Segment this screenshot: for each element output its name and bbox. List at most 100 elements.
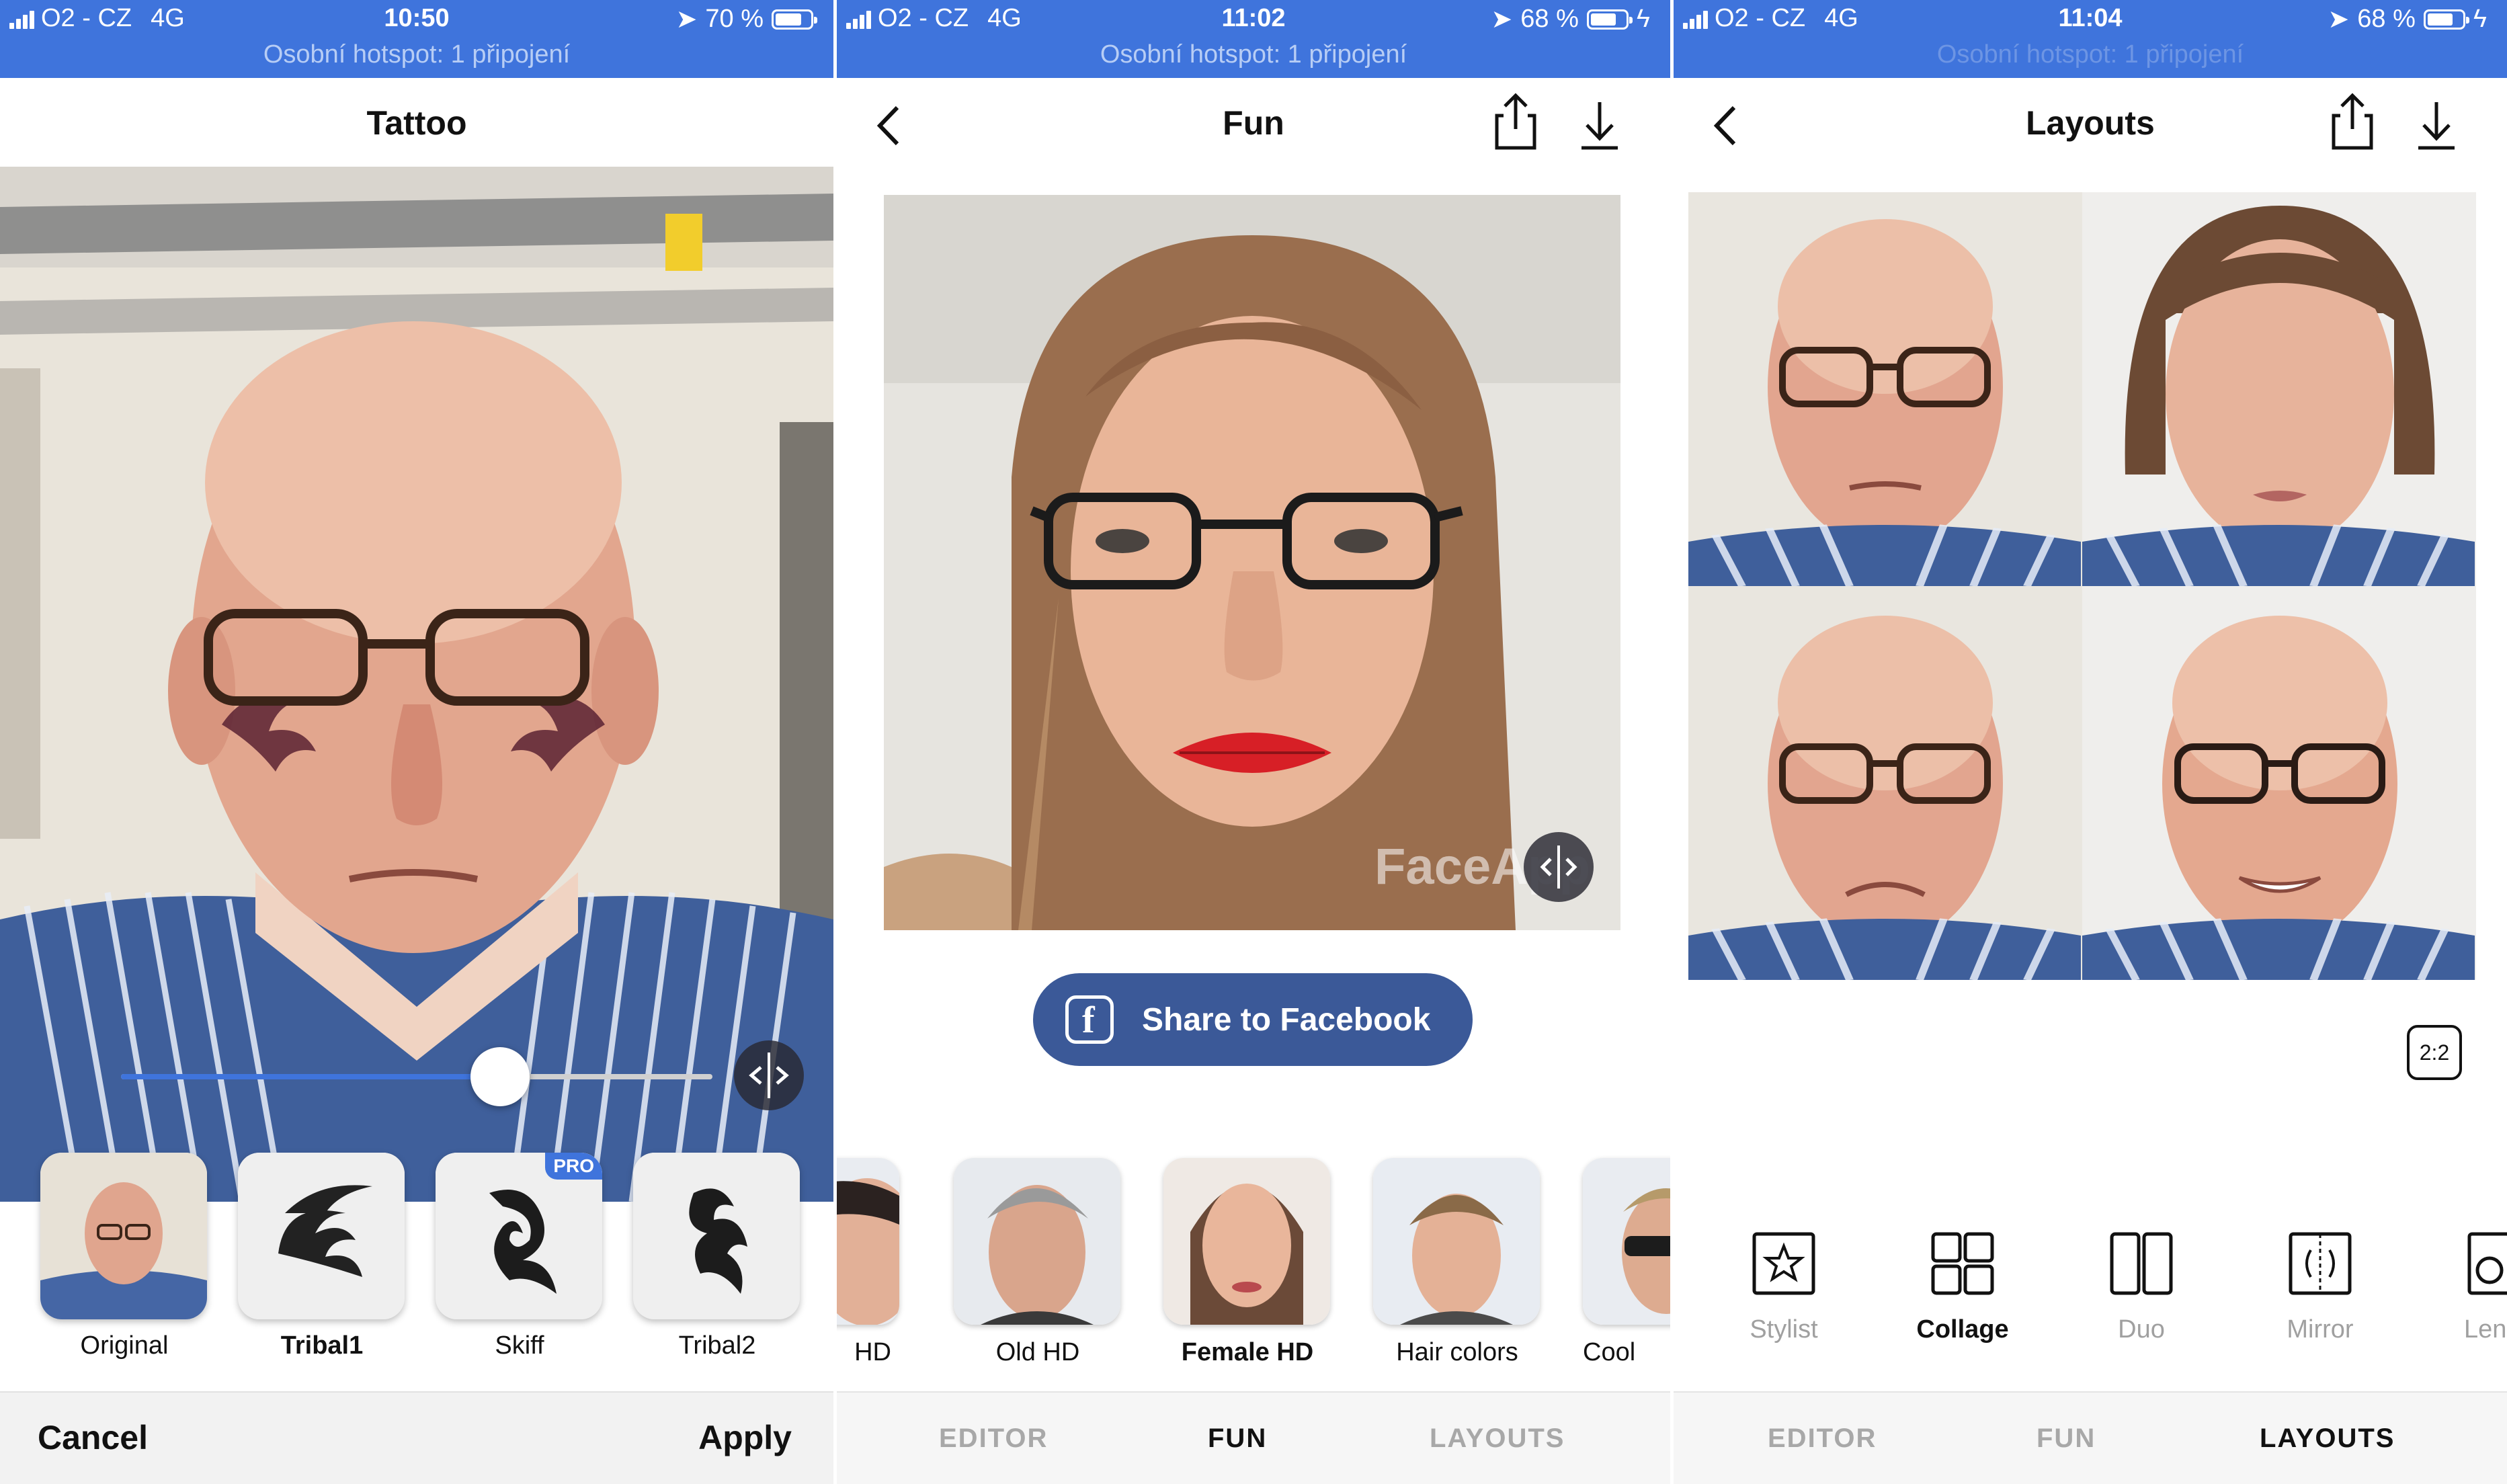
- hair-colors-thumb-image: [1373, 1158, 1540, 1325]
- filter-option-hair-colors[interactable]: Hair colors: [1373, 1158, 1541, 1367]
- filter-card: [954, 1158, 1120, 1325]
- intensity-slider[interactable]: [121, 1047, 712, 1106]
- layout-label: Collage: [1916, 1315, 2009, 1344]
- page-title: Fun: [1223, 104, 1284, 142]
- tab-editor[interactable]: EDITOR: [939, 1424, 1048, 1454]
- filter-label: HD: [854, 1338, 891, 1366]
- tab-layouts[interactable]: LAYOUTS: [2260, 1424, 2395, 1454]
- ratio-button[interactable]: 2:2: [2407, 1025, 2462, 1080]
- battery-icon: [772, 9, 817, 30]
- layout-option-duo[interactable]: Duo: [2074, 1230, 2209, 1344]
- tab-fun[interactable]: FUN: [2037, 1424, 2096, 1454]
- filter-card: [837, 1158, 899, 1325]
- filter-card: [1163, 1158, 1330, 1325]
- tribal1-icon: [238, 1153, 405, 1319]
- tattoo-photo: [0, 167, 833, 1202]
- apply-button[interactable]: Apply: [698, 1418, 792, 1457]
- share-icon[interactable]: [2326, 91, 2379, 152]
- nav-bar: Layouts: [1674, 78, 2507, 167]
- status-right: ➤ 68 % ϟ: [1491, 4, 1650, 34]
- filter-list: HD Old HD Female HD Hair colors Cool: [837, 1153, 1670, 1381]
- filter-option-hd[interactable]: HD: [837, 1158, 901, 1367]
- tribal2-icon: [633, 1153, 800, 1319]
- fun-screen: O2 - CZ 4G 11:02 ➤ 68 % ϟ Osobní hotspot…: [837, 0, 1670, 1484]
- share-facebook-button[interactable]: f Share to Facebook: [1033, 973, 1473, 1066]
- tattoo-style-list: Original Tribal1 PRO Skiff Tribal2: [0, 1146, 833, 1388]
- location-icon: ➤: [2328, 5, 2350, 34]
- lens-icon: [2467, 1232, 2507, 1295]
- female-hd-thumb-image: [1163, 1158, 1330, 1325]
- hd-thumb-image: [837, 1158, 899, 1325]
- layout-options: Stylist Collage Duo Mirror Lens: [1674, 1230, 2507, 1385]
- hotspot-banner[interactable]: Osobní hotspot: 1 připojení: [0, 40, 833, 69]
- portrait-female-filter: FaceApp: [884, 195, 1620, 930]
- filter-label: Old HD: [995, 1338, 1080, 1366]
- slider-knob[interactable]: [470, 1047, 530, 1106]
- tattoo-option-skiff[interactable]: PRO Skiff: [436, 1153, 604, 1360]
- tab-fun[interactable]: FUN: [1208, 1424, 1267, 1454]
- layout-label: Stylist: [1750, 1315, 1818, 1344]
- portrait-bald-man-tattoo: [0, 167, 833, 1202]
- tab-editor[interactable]: EDITOR: [1768, 1424, 1877, 1454]
- thumb-card: PRO: [436, 1153, 602, 1319]
- tattoo-option-tribal1[interactable]: Tribal1: [238, 1153, 406, 1360]
- status-right: ➤ 68 % ϟ: [2328, 4, 2487, 34]
- battery-icon: [2423, 9, 2469, 30]
- download-icon[interactable]: [2413, 98, 2460, 152]
- battery-fill: [1590, 13, 1616, 26]
- result-photo: FaceApp: [884, 195, 1620, 930]
- filter-label: Female HD: [1181, 1338, 1314, 1366]
- compare-button[interactable]: [734, 1040, 804, 1110]
- filter-card: [1373, 1158, 1540, 1325]
- nav-bar: Tattoo: [0, 78, 833, 167]
- tab-layouts[interactable]: LAYOUTS: [1430, 1424, 1565, 1454]
- thumb-label: Original: [80, 1331, 169, 1360]
- download-icon[interactable]: [1576, 98, 1623, 152]
- charging-icon: ϟ: [2473, 5, 2487, 33]
- battery-percent: 68 %: [1520, 5, 1579, 33]
- star-frame-icon: [1752, 1232, 1815, 1295]
- hotspot-banner[interactable]: Osobní hotspot: 1 připojení: [1674, 40, 2507, 69]
- layout-option-stylist[interactable]: Stylist: [1717, 1230, 1851, 1344]
- tattoo-option-tribal2[interactable]: Tribal2: [633, 1153, 801, 1360]
- status-bar: O2 - CZ 4G 11:02 ➤ 68 % ϟ Osobní hotspot…: [837, 0, 1670, 78]
- old-hd-thumb-image: [954, 1158, 1120, 1325]
- compare-icon: [749, 1053, 789, 1098]
- cool-thumb-image: [1583, 1158, 1670, 1325]
- mirror-icon: [2289, 1232, 2352, 1295]
- page-title: Layouts: [2026, 104, 2155, 142]
- filter-option-cool[interactable]: Cool: [1583, 1158, 1670, 1367]
- share-icon[interactable]: [1489, 91, 1543, 152]
- grid-icon: [1931, 1232, 1994, 1295]
- charging-icon: ϟ: [1636, 5, 1650, 33]
- battery-percent: 68 %: [2357, 5, 2416, 33]
- thumb-card: [40, 1153, 207, 1319]
- layout-option-lens[interactable]: Lens: [2432, 1230, 2507, 1344]
- hotspot-banner[interactable]: Osobní hotspot: 1 připojení: [837, 40, 1670, 69]
- thumb-card: [238, 1153, 405, 1319]
- tab-bar: EDITOR FUN LAYOUTS: [1674, 1391, 2507, 1484]
- cancel-button[interactable]: Cancel: [38, 1418, 148, 1457]
- filter-option-old-hd[interactable]: Old HD: [954, 1158, 1122, 1367]
- filter-option-female-hd[interactable]: Female HD: [1163, 1158, 1331, 1367]
- filter-card: [1583, 1158, 1670, 1325]
- layout-label: Duo: [2118, 1315, 2165, 1344]
- status-bar: O2 - CZ 4G 11:04 ➤ 68 % ϟ Osobní hotspot…: [1674, 0, 2507, 78]
- page-title: Tattoo: [366, 104, 467, 142]
- status-bar: O2 - CZ 4G 10:50 ➤ 70 % Osobní hotspot: …: [0, 0, 833, 78]
- location-icon: ➤: [1491, 5, 1513, 34]
- tattoo-option-original[interactable]: Original: [40, 1153, 208, 1360]
- battery-percent: 70 %: [705, 5, 764, 33]
- layout-label: Lens: [2464, 1315, 2507, 1344]
- battery-fill: [776, 13, 801, 26]
- tattoo-screen: O2 - CZ 4G 10:50 ➤ 70 % Osobní hotspot: …: [0, 0, 833, 1484]
- collage-grid: [1688, 192, 2476, 980]
- bottom-action-bar: Cancel Apply: [0, 1391, 833, 1484]
- layouts-screen: O2 - CZ 4G 11:04 ➤ 68 % ϟ Osobní hotspot…: [1674, 0, 2507, 1484]
- facebook-icon: f: [1065, 995, 1114, 1044]
- layout-label: Mirror: [2287, 1315, 2354, 1344]
- layout-option-mirror[interactable]: Mirror: [2253, 1230, 2387, 1344]
- thumb-card: [633, 1153, 800, 1319]
- tab-bar: EDITOR FUN LAYOUTS: [837, 1391, 1670, 1484]
- layout-option-collage[interactable]: Collage: [1895, 1230, 2030, 1344]
